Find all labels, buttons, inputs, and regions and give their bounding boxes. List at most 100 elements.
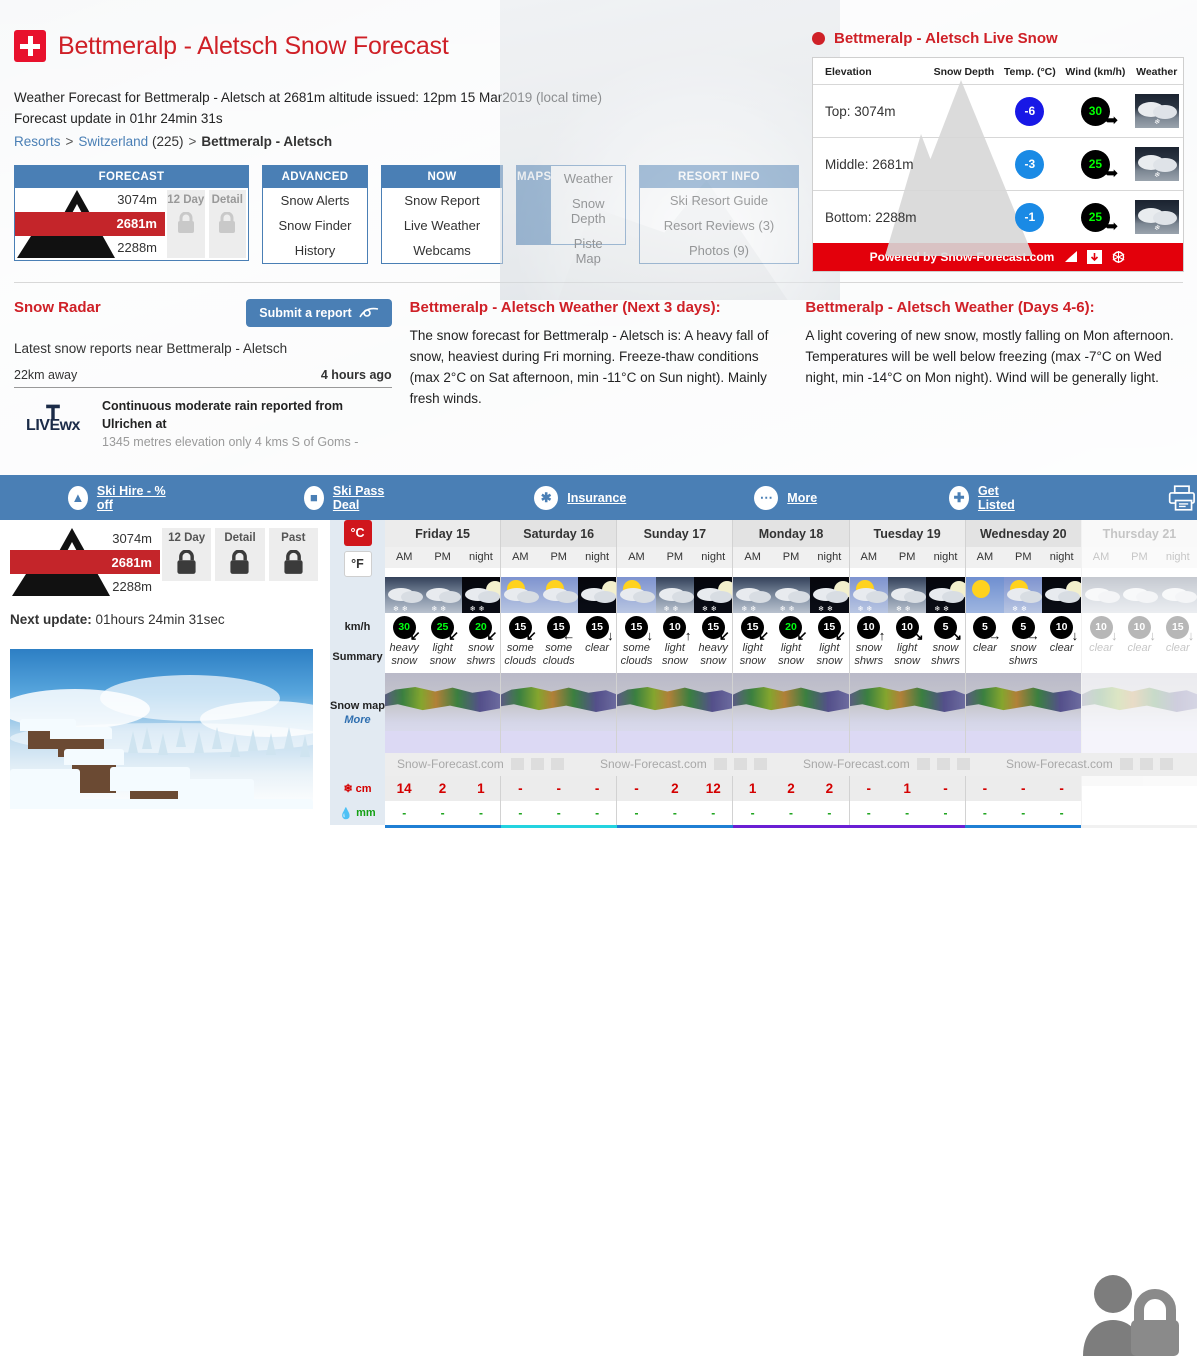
- share-icon[interactable]: [1111, 250, 1126, 264]
- nav-ski-hire[interactable]: ▲ Ski Hire - % off: [68, 484, 170, 512]
- elevation-selector[interactable]: 3074m 2681m 2288m: [15, 188, 165, 260]
- day-name[interactable]: Saturday 16: [501, 520, 617, 547]
- tab-past-locked[interactable]: Past: [268, 528, 318, 581]
- report-text-line1: Continuous moderate rain reported from U…: [102, 398, 343, 431]
- unit-fahrenheit-button[interactable]: °F: [343, 551, 372, 577]
- snow-map-thumb[interactable]: [965, 673, 1081, 754]
- day-map-3[interactable]: [732, 673, 849, 754]
- day-map-4[interactable]: [848, 673, 965, 754]
- period-night: night: [817, 551, 842, 563]
- snow-amount-cell: 2: [671, 781, 679, 797]
- elevation-bottom[interactable]: 2288m: [15, 236, 165, 260]
- download-icon[interactable]: [1139, 758, 1153, 771]
- nav-more[interactable]: ⋯ More: [754, 485, 817, 510]
- nav-snow-report[interactable]: Snow Report: [382, 188, 502, 213]
- download-icon[interactable]: [936, 758, 950, 771]
- summary-cell: heavy snow: [698, 642, 728, 667]
- day-map-0[interactable]: [385, 673, 501, 754]
- day-summary-2: some clouds light snow heavy snow: [616, 640, 732, 674]
- day-name[interactable]: Wednesday 20: [965, 520, 1081, 547]
- day-map-2[interactable]: [616, 673, 733, 754]
- wind-arrow-icon: ➥: [1105, 164, 1118, 182]
- tab-12day-locked[interactable]: 12 Day: [162, 528, 212, 581]
- nav-get-listed-label: Get Listed: [977, 483, 1015, 512]
- wind-arrow-se-icon: ↙: [448, 628, 460, 643]
- left-pane: 3074m 2681m 2288m 12 Day Detail Past Nex…: [0, 520, 330, 844]
- submit-a-report-button[interactable]: Submit a report: [246, 298, 392, 327]
- wind-arrow-w-icon: →: [1026, 628, 1040, 643]
- day-name[interactable]: Monday 18: [733, 520, 849, 547]
- elevation-top[interactable]: 3074m: [15, 188, 165, 212]
- download-icon[interactable]: [530, 758, 544, 771]
- day-name[interactable]: Friday 15: [385, 520, 501, 547]
- snow-map-more-link[interactable]: More: [344, 714, 370, 726]
- download-icon[interactable]: [1087, 250, 1103, 264]
- summary-cell: light snow: [739, 642, 766, 667]
- share-icon[interactable]: [550, 758, 564, 771]
- elevation-selector-bottom[interactable]: 3074m 2681m 2288m: [10, 526, 160, 598]
- wind-cell: 15 ↓: [1159, 616, 1197, 642]
- breadcrumb-resorts[interactable]: Resorts: [14, 134, 61, 149]
- day-map-1[interactable]: [500, 673, 617, 754]
- snow-map-thumb[interactable]: [733, 673, 849, 754]
- unit-toggle[interactable]: °C °F: [330, 520, 385, 577]
- wind-arrow-s-icon: ↑: [684, 628, 692, 643]
- elevation-top-bottom[interactable]: 3074m: [10, 526, 160, 550]
- snow-map-thumb[interactable]: [617, 673, 733, 754]
- wind-arrow-sw-icon: ↘: [912, 628, 924, 643]
- snow-amount-cell: 1: [748, 781, 757, 797]
- nav-insurance[interactable]: ✱ Insurance: [534, 485, 626, 510]
- elevation-bottom-bottom[interactable]: 2288m: [10, 574, 160, 598]
- nav-snow-finder[interactable]: Snow Finder: [263, 213, 367, 238]
- tab-detail-locked[interactable]: Detail: [215, 528, 265, 581]
- share-icon[interactable]: [753, 758, 767, 771]
- day-name[interactable]: Sunday 17: [617, 520, 733, 547]
- wind-arrow-se-icon: ↙: [796, 628, 808, 643]
- wind-cell: 15 ↙: [694, 616, 732, 642]
- moon-cloud-snow-icon: ❄❄: [926, 577, 965, 613]
- nav-webcams[interactable]: Webcams: [382, 238, 502, 263]
- day-map-5[interactable]: [964, 673, 1081, 754]
- period-pm: PM: [434, 551, 451, 563]
- breadcrumb-country[interactable]: Switzerland: [78, 134, 148, 149]
- nav-12day-locked[interactable]: 12 Day: [167, 189, 205, 258]
- nav-history[interactable]: History: [263, 238, 367, 263]
- share-icon[interactable]: [956, 758, 970, 771]
- nav-detail-locked[interactable]: Detail: [208, 189, 246, 258]
- printer-icon[interactable]: [1168, 483, 1197, 513]
- resort-photo[interactable]: [10, 649, 313, 809]
- elevation-mid-bottom[interactable]: 2681m: [10, 550, 160, 574]
- report-row[interactable]: ┳ LIVEwx Continuous moderate rain report…: [14, 395, 392, 451]
- nav-get-listed[interactable]: ✚ Get Listed: [949, 484, 1028, 512]
- wind-arrow-s-icon: ↑: [878, 628, 886, 643]
- day-name[interactable]: Tuesday 19: [849, 520, 965, 547]
- download-icon[interactable]: [733, 758, 747, 771]
- resize-icon[interactable]: [1119, 758, 1133, 771]
- summary-cell: snow shwrs: [854, 642, 884, 667]
- snow-amount-cell: -: [518, 781, 523, 797]
- resize-icon[interactable]: [916, 758, 930, 771]
- nav-detail-label: Detail: [211, 193, 243, 206]
- day-name[interactable]: Thursday 21: [1081, 520, 1197, 547]
- share-icon[interactable]: [1159, 758, 1173, 771]
- day-map-6[interactable]: [1080, 673, 1197, 754]
- resize-icon[interactable]: [713, 758, 727, 771]
- snow-map-thumb[interactable]: [1081, 673, 1197, 754]
- snow-amount-cell: -: [594, 781, 600, 797]
- elevation-mid[interactable]: 2681m: [15, 211, 165, 236]
- snow-map-thumb[interactable]: [849, 673, 965, 754]
- snow-map-thumb[interactable]: [501, 673, 617, 754]
- unit-celsius-button[interactable]: °C: [343, 520, 372, 546]
- wind-value: 25: [1088, 209, 1103, 224]
- wind-arrow-se-icon: ↙: [486, 628, 498, 643]
- sun-cloud-icon: [617, 577, 656, 613]
- day-snow-2: - 2 12: [616, 776, 733, 802]
- nav-live-weather[interactable]: Live Weather: [382, 213, 502, 238]
- resize-icon[interactable]: [510, 758, 524, 771]
- nav-snow-alerts[interactable]: Snow Alerts: [263, 188, 367, 213]
- day-rain-0: ---: [385, 801, 501, 826]
- snow-map-thumb[interactable]: [385, 673, 501, 754]
- summary-cell: snow shwrs: [931, 642, 960, 667]
- ellipsis-icon: ⋯: [754, 485, 779, 510]
- nav-ski-pass-deal[interactable]: ■ Ski Pass Deal: [304, 484, 400, 512]
